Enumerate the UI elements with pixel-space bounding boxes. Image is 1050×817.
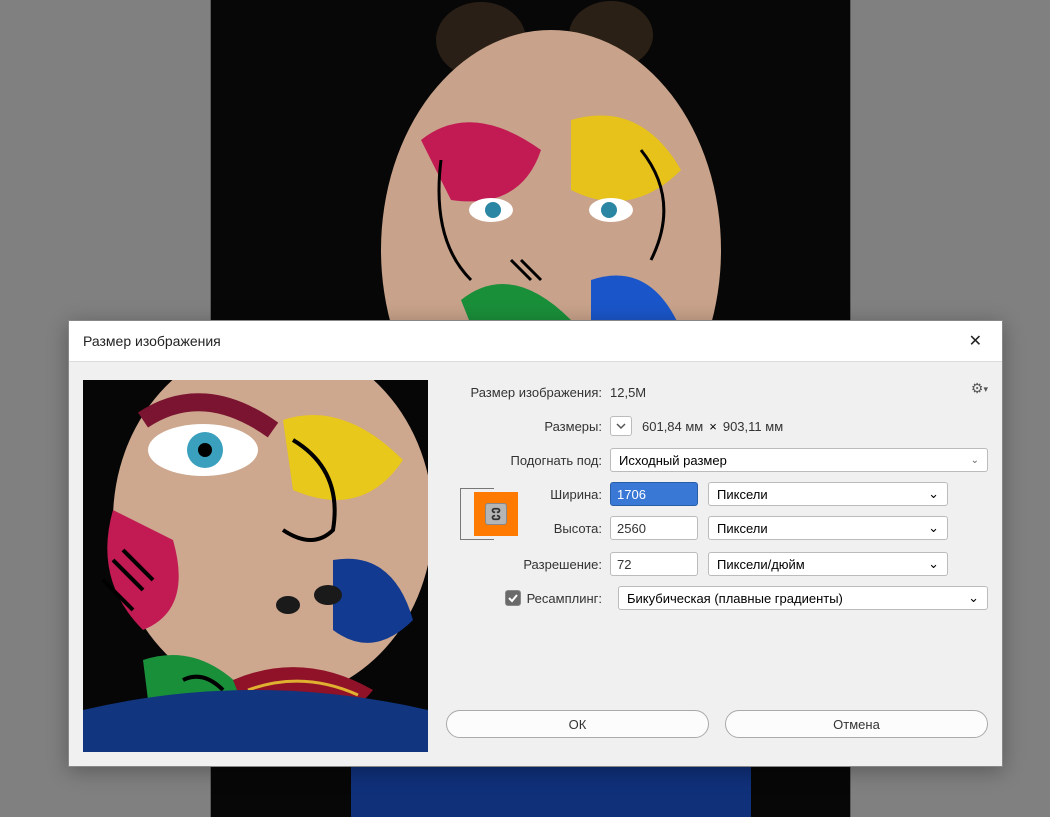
dimensions-width: 601,84 мм — [642, 419, 703, 434]
close-button[interactable]: ✕ — [963, 329, 988, 353]
resolution-unit-value: Пиксели/дюйм — [717, 557, 805, 572]
dimensions-height: 903,11 мм — [723, 419, 783, 434]
resample-label: Ресамплинг: — [527, 591, 602, 606]
chevron-down-icon: ⌄ — [928, 520, 939, 536]
width-unit-value: Пиксели — [717, 487, 768, 502]
fit-to-select[interactable]: Исходный размер ⌄ — [610, 448, 988, 472]
chevron-down-icon: ⌄ — [928, 486, 939, 502]
image-size-dialog: Размер изображения ✕ — [68, 320, 1003, 767]
resample-label-wrap: Ресамплинг: — [446, 590, 610, 606]
ok-label: ОК — [569, 717, 587, 732]
cancel-label: Отмена — [833, 717, 880, 732]
resample-checkbox[interactable] — [505, 590, 521, 606]
resample-method-select[interactable]: Бикубическая (плавные градиенты) ⌄ — [618, 586, 988, 610]
times-symbol: × — [709, 419, 717, 434]
dimensions-unit-toggle[interactable] — [610, 416, 632, 436]
resolution-unit-select[interactable]: Пиксели/дюйм ⌄ — [708, 552, 948, 576]
cancel-button[interactable]: Отмена — [725, 710, 988, 738]
gear-icon[interactable]: ⚙▾ — [971, 380, 988, 397]
dialog-body: ⚙▾ Размер изображения: 12,5M Размеры: 60… — [69, 362, 1002, 766]
width-label: Ширина: — [526, 487, 610, 502]
resolution-input[interactable] — [610, 552, 698, 576]
resolution-label: Разрешение: — [446, 557, 610, 572]
ok-button[interactable]: ОК — [446, 710, 709, 738]
dimensions-label: Размеры: — [446, 419, 610, 434]
preview-thumbnail[interactable] — [83, 380, 428, 752]
controls-panel: ⚙▾ Размер изображения: 12,5M Размеры: 60… — [446, 380, 988, 752]
height-unit-value: Пиксели — [717, 521, 768, 536]
width-height-block: Ширина: Пиксели ⌄ Высота: Пиксели ⌄ — [446, 482, 988, 550]
dialog-buttons: ОК Отмена — [446, 710, 988, 738]
height-label: Высота: — [526, 521, 610, 536]
chevron-down-icon: ⌄ — [971, 455, 979, 466]
constrain-proportions-button[interactable] — [485, 503, 507, 525]
chevron-down-icon: ⌄ — [968, 590, 979, 606]
link-icon — [490, 507, 502, 521]
resample-value: Бикубическая (плавные градиенты) — [627, 591, 843, 606]
link-highlight — [474, 492, 518, 536]
fit-to-value: Исходный размер — [619, 453, 727, 468]
dialog-titlebar[interactable]: Размер изображения ✕ — [69, 321, 1002, 362]
image-size-value: 12,5M — [610, 385, 646, 400]
image-size-label: Размер изображения: — [446, 385, 610, 400]
height-unit-select[interactable]: Пиксели ⌄ — [708, 516, 948, 540]
width-input[interactable] — [610, 482, 698, 506]
chevron-down-icon: ⌄ — [928, 556, 939, 572]
link-column — [446, 482, 526, 546]
height-input[interactable] — [610, 516, 698, 540]
check-icon — [508, 593, 518, 603]
width-unit-select[interactable]: Пиксели ⌄ — [708, 482, 948, 506]
dialog-title: Размер изображения — [83, 333, 221, 349]
chevron-down-icon — [616, 421, 626, 431]
fit-to-label: Подогнать под: — [446, 453, 610, 468]
